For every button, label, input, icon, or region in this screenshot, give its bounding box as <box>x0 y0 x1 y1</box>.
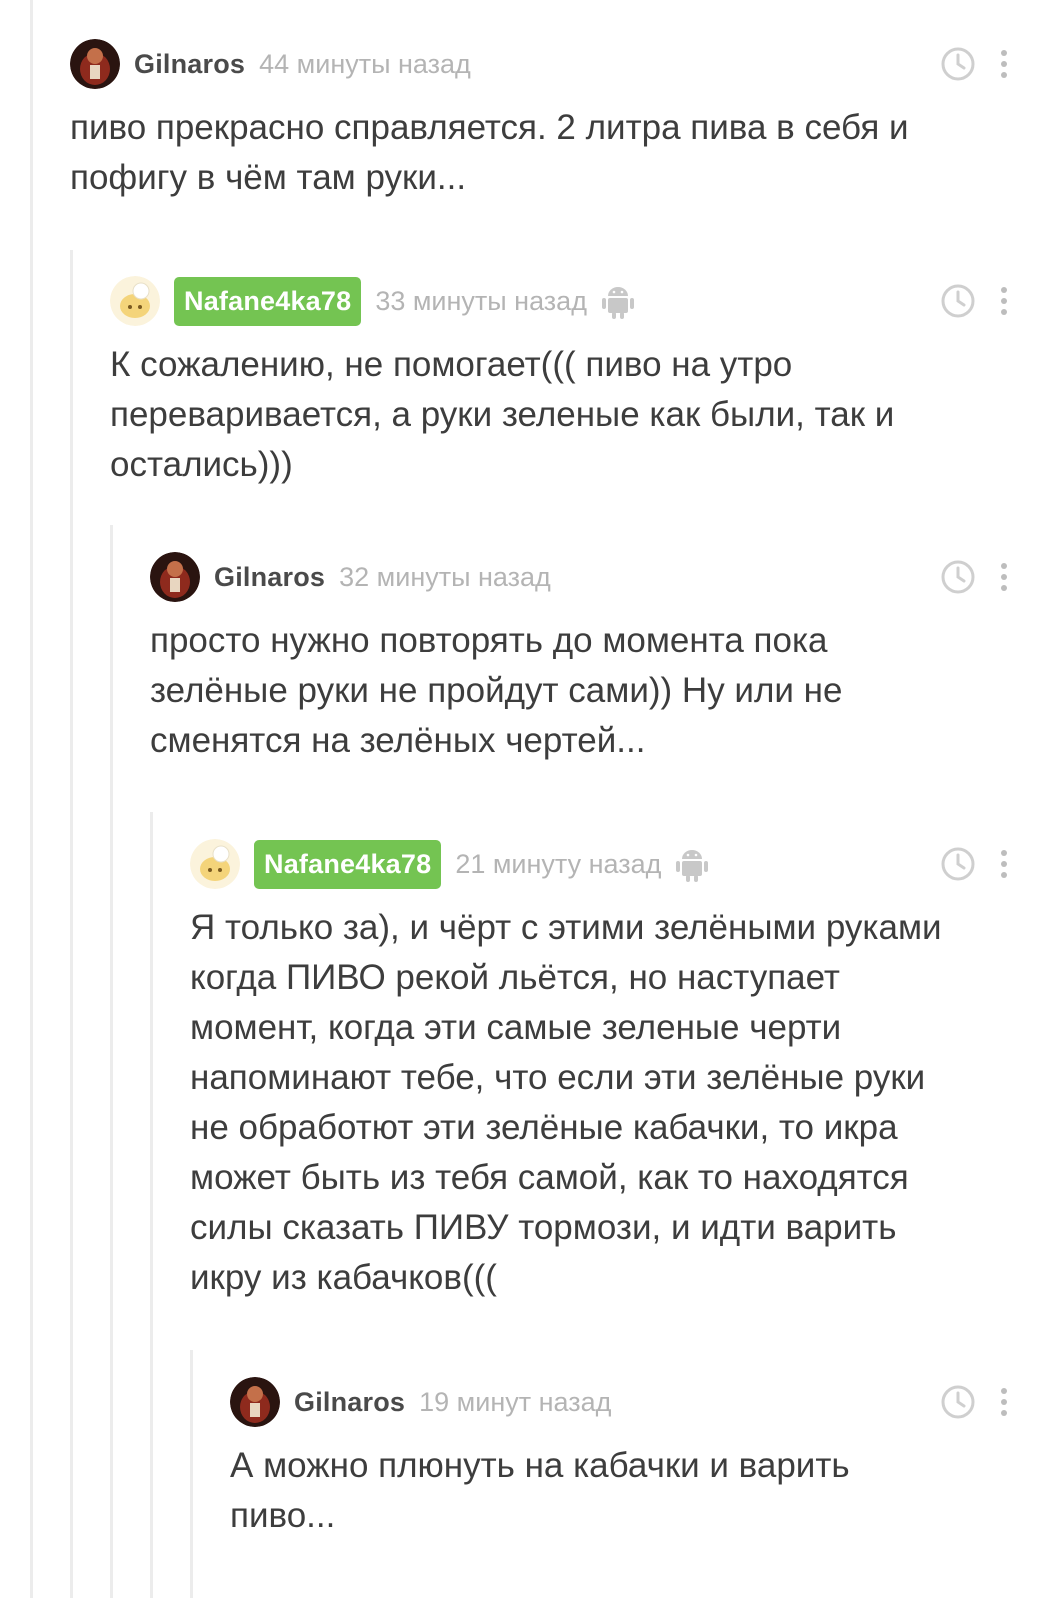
clock-icon[interactable] <box>940 846 976 882</box>
more-options-icon[interactable] <box>999 562 1009 592</box>
thread-line-level-4 <box>190 1350 193 1598</box>
avatar[interactable] <box>70 39 120 89</box>
avatar[interactable] <box>150 552 200 602</box>
comment-text: К сожалению, не помогает((( пиво на утро… <box>110 345 895 484</box>
comment-text: просто нужно повторять до момента пока з… <box>150 621 843 760</box>
thread-line-level-2 <box>110 525 113 1598</box>
more-options-icon[interactable] <box>999 1387 1009 1417</box>
author-name[interactable]: Gilnaros <box>214 562 325 593</box>
clock-icon[interactable] <box>940 283 976 319</box>
comment-text: А можно плюнуть на кабачки и варить пиво… <box>230 1446 850 1535</box>
thread-line-level-3 <box>150 812 153 1598</box>
clock-icon[interactable] <box>940 1384 976 1420</box>
android-icon <box>676 850 709 882</box>
more-options-icon[interactable] <box>999 49 1009 79</box>
avatar[interactable] <box>230 1377 280 1427</box>
author-name[interactable]: Gilnaros <box>134 49 245 80</box>
comment-text: пиво прекрасно справляется. 2 литра пива… <box>70 108 909 197</box>
comment-time[interactable]: 33 минуты назад <box>375 286 587 317</box>
author-name[interactable]: Nafane4ka78 <box>174 276 362 326</box>
comment-text: Я только за), и чёрт с этими зелёными ру… <box>190 908 942 1297</box>
android-icon <box>601 287 634 319</box>
comment-time[interactable]: 19 минут назад <box>419 1387 611 1418</box>
comment-header: Nafane4ka78 33 минуты назад <box>110 276 1061 326</box>
comment-time[interactable]: 32 минуты назад <box>339 562 551 593</box>
author-name[interactable]: Nafane4ka78 <box>254 839 442 889</box>
thread-line-level-1 <box>70 250 73 1598</box>
comment-time[interactable]: 44 минуты назад <box>259 49 471 80</box>
comment-time[interactable]: 21 минуту назад <box>455 849 661 880</box>
thread-line-level-0 <box>30 0 33 1598</box>
avatar[interactable] <box>190 839 240 889</box>
more-options-icon[interactable] <box>999 286 1009 316</box>
comment-header: Gilnaros 32 минуты назад <box>150 552 1061 602</box>
author-name[interactable]: Gilnaros <box>294 1387 405 1418</box>
comment-header: Gilnaros 44 минуты назад <box>70 39 1061 89</box>
more-options-icon[interactable] <box>999 849 1009 879</box>
comment-header: Gilnaros 19 минут назад <box>230 1377 1061 1427</box>
comment-header: Nafane4ka78 21 минуту назад <box>190 839 1061 889</box>
avatar[interactable] <box>110 276 160 326</box>
clock-icon[interactable] <box>940 559 976 595</box>
clock-icon[interactable] <box>940 46 976 82</box>
